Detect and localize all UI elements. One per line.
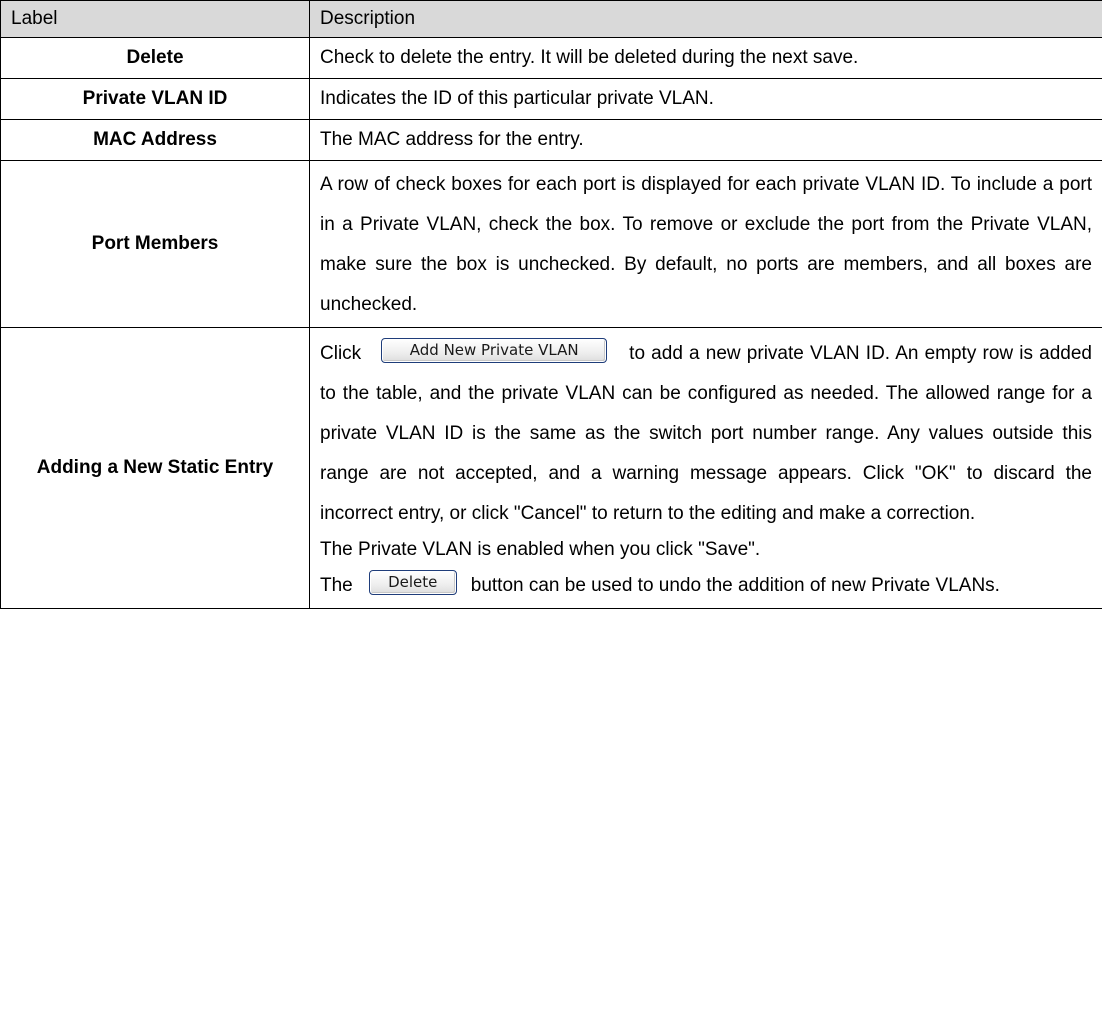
row-description: A row of check boxes for each port is di… [309,160,1102,328]
table-row: MAC Address The MAC address for the entr… [0,119,1102,161]
add-new-private-vlan-button[interactable]: Add New Private VLAN [381,338,608,364]
row-label: Private VLAN ID [0,78,310,120]
row-label: MAC Address [0,119,310,161]
row-description: The MAC address for the entry. [309,119,1102,161]
delete-button[interactable]: Delete [368,570,457,596]
row-label: Port Members [0,160,310,328]
row-label: Delete [0,37,310,79]
click-prefix: Click [320,343,362,364]
table-row: Private VLAN ID Indicates the ID of this… [0,78,1102,120]
header-description: Description [309,0,1102,38]
row-description: Check to delete the entry. It will be de… [309,37,1102,79]
save-paragraph: The Private VLAN is enabled when you cli… [320,539,761,560]
description-table: Label Description Delete Check to delete… [0,0,1102,609]
row-description: Click Add New Private VLAN to add a new pr… [309,327,1102,609]
add-paragraph: Click Add New Private VLAN to add a new pr… [320,334,1092,534]
delete-paragraph-text: button can be used to undo the addition … [470,575,1000,596]
the-prefix: The [320,575,353,596]
table-row: Port Members A row of check boxes for ea… [0,160,1102,328]
header-row: Label Description [0,0,1102,38]
row-description: Indicates the ID of this particular priv… [309,78,1102,120]
table-row: Adding a New Static Entry Click Add New P… [0,327,1102,609]
add-paragraph-text: to add a new private VLAN ID. An empty r… [320,343,1092,524]
header-label: Label [0,0,310,38]
row-label: Adding a New Static Entry [0,327,310,609]
delete-paragraph: The Delete button can be used to undo the … [320,566,1092,606]
table-row: Delete Check to delete the entry. It wil… [0,37,1102,79]
